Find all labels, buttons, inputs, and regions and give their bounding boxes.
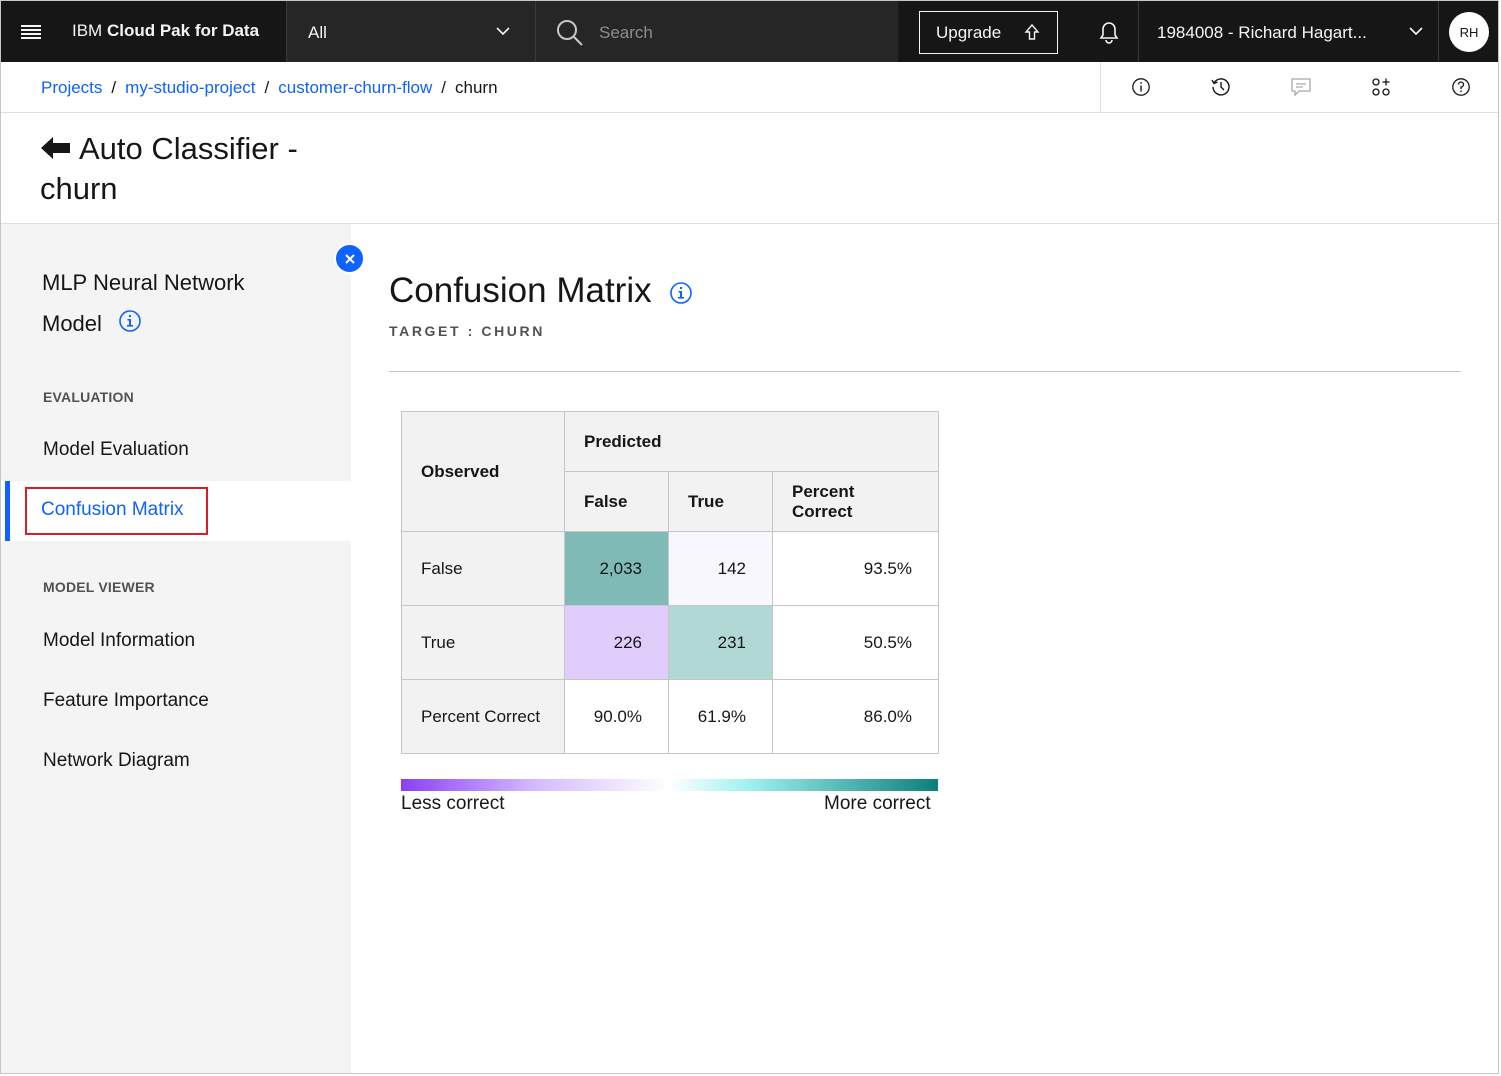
scope-value: All <box>308 23 327 42</box>
breadcrumb-separator: / <box>264 78 270 97</box>
project-toolbar <box>1100 62 1498 112</box>
info-icon[interactable] <box>118 309 142 333</box>
info-icon[interactable] <box>669 281 693 305</box>
page-title: Auto Classifier - churn <box>40 131 298 206</box>
column-header: Percent Correct <box>772 471 939 532</box>
upgrade-button[interactable]: Upgrade <box>919 11 1058 54</box>
breadcrumb: Projects / my-studio-project / customer-chur… <box>41 78 498 98</box>
history-icon <box>1211 78 1230 96</box>
sidebar-item-label: Confusion Matrix <box>41 499 184 520</box>
breadcrumb-separator: / <box>441 78 446 97</box>
top-header: IBM Cloud Pak for Data All Search Upgrad… <box>1 1 1498 62</box>
sidebar-item-label: Model Information <box>43 630 196 651</box>
account-name: 1984008 - Richard Hagart... <box>1157 23 1367 42</box>
sidebar-item-label: Model Evaluation <box>43 439 189 460</box>
notification-icon <box>1099 21 1118 44</box>
chevron-down-icon <box>1409 27 1423 36</box>
divider <box>389 371 1461 372</box>
sidebar-item-label: Feature Importance <box>43 690 209 711</box>
table-cell: 2,033 <box>564 531 669 606</box>
breadcrumb-projects[interactable]: Projects <box>41 78 102 97</box>
table-cell: 142 <box>668 531 773 606</box>
breadcrumb-flow[interactable]: customer-churn-flow <box>278 78 432 97</box>
model-title: MLP Neural Network Model <box>42 262 302 344</box>
target-label: TARGET : CHURN <box>389 323 545 339</box>
predicted-header: Predicted <box>564 411 939 472</box>
color-scale-legend <box>401 779 938 791</box>
menu-icon <box>21 24 41 39</box>
column-header: True <box>668 471 773 532</box>
upgrade-label: Upgrade <box>936 23 1002 42</box>
table-cell: 226 <box>564 605 669 680</box>
apps-icon <box>1372 78 1390 96</box>
sidebar-item-network-diagram[interactable]: Network Diagram <box>1 732 351 792</box>
sidebar-item-model-evaluation[interactable]: Model Evaluation <box>1 421 351 481</box>
close-sidebar-button[interactable] <box>334 243 365 274</box>
model-title-text: MLP Neural Network Model <box>42 270 245 336</box>
sidebar-item-feature-importance[interactable]: Feature Importance <box>1 672 351 732</box>
avatar[interactable]: RH <box>1449 12 1489 52</box>
breadcrumb-separator: / <box>111 78 117 97</box>
row-header: False <box>401 531 565 606</box>
observed-header: Observed <box>401 411 565 532</box>
upload-icon <box>1024 23 1040 40</box>
search-input[interactable]: Search <box>536 1 898 62</box>
section-heading-model-viewer: MODEL VIEWER <box>43 579 155 595</box>
table-row: True 226 231 50.5% <box>401 605 939 680</box>
menu-button[interactable] <box>1 1 63 62</box>
column-header: False <box>564 471 669 532</box>
apps-button[interactable] <box>1341 62 1421 112</box>
table-cell: 50.5% <box>772 605 939 680</box>
row-header: True <box>401 605 565 680</box>
page-header: Auto Classifier - churn <box>1 113 1498 224</box>
table-row: False 2,033 142 93.5% <box>401 531 939 606</box>
sidebar-item-model-information[interactable]: Model Information <box>1 612 351 672</box>
info-icon <box>1132 78 1150 96</box>
breadcrumb-current: churn <box>455 78 498 97</box>
legend-low-label: Less correct <box>401 793 505 814</box>
comments-button[interactable] <box>1261 62 1341 112</box>
scope-dropdown[interactable]: All <box>286 1 536 62</box>
section-heading-evaluation: EVALUATION <box>43 389 134 405</box>
product-name[interactable]: IBM Cloud Pak for Data <box>72 21 259 41</box>
app-window: IBM Cloud Pak for Data All Search Upgrad… <box>0 0 1499 1074</box>
confusion-matrix-table: Observed Predicted False True Percent Co… <box>401 411 939 754</box>
row-header: Percent Correct <box>401 679 565 754</box>
info-button[interactable] <box>1101 62 1181 112</box>
legend-high-label: More correct <box>824 793 931 814</box>
table-row: Percent Correct 90.0% 61.9% 86.0% <box>401 679 939 754</box>
breadcrumb-bar: Projects / my-studio-project / customer-chur… <box>1 62 1498 113</box>
close-icon <box>344 253 355 264</box>
active-indicator <box>5 481 10 541</box>
help-icon <box>1452 78 1470 96</box>
table-cell: 93.5% <box>772 531 939 606</box>
brand-prefix: IBM <box>72 21 103 40</box>
search-icon <box>557 20 583 46</box>
history-button[interactable] <box>1181 62 1261 112</box>
help-button[interactable] <box>1421 62 1498 112</box>
brand-name: Cloud Pak for Data <box>106 21 260 40</box>
table-cell: 61.9% <box>668 679 773 754</box>
search-placeholder: Search <box>599 23 653 42</box>
section-title: Confusion Matrix <box>389 271 652 310</box>
sidebar-item-confusion-matrix[interactable]: Confusion Matrix <box>1 481 351 541</box>
breadcrumb-project[interactable]: my-studio-project <box>125 78 255 97</box>
table-cell: 86.0% <box>772 679 939 754</box>
table-cell: 90.0% <box>564 679 669 754</box>
notifications-button[interactable] <box>1079 1 1139 62</box>
sidebar-item-label: Network Diagram <box>43 750 190 771</box>
model-sidebar: MLP Neural Network Model EVALUATION Mode… <box>1 224 351 1073</box>
account-switcher[interactable]: 1984008 - Richard Hagart... <box>1139 1 1439 62</box>
chevron-down-icon <box>496 27 510 36</box>
table-cell: 231 <box>668 605 773 680</box>
comment-icon <box>1291 78 1311 97</box>
